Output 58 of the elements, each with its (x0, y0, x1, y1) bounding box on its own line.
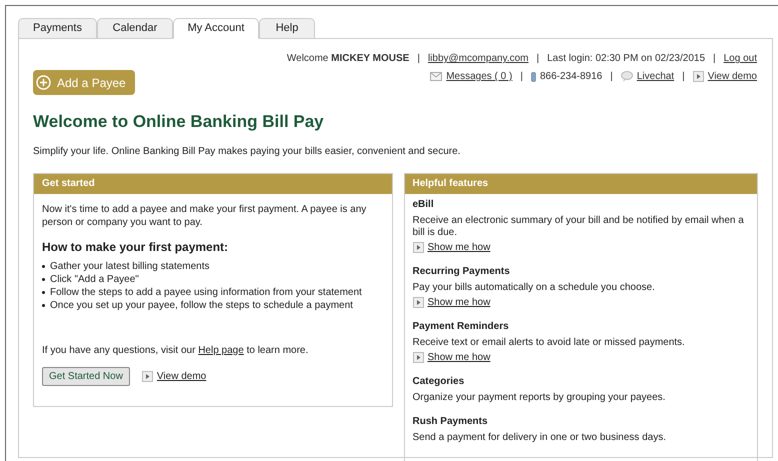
feature-title: Payment Reminders (412, 320, 510, 332)
feature-description: Send a payment for delivery in one or two business days. (412, 432, 667, 444)
play-icon (412, 297, 424, 308)
plus-icon (36, 75, 51, 90)
messages-link[interactable]: Messages ( 0 ) (446, 69, 512, 84)
help-page-link[interactable]: Help page (198, 344, 244, 356)
play-icon (692, 71, 704, 82)
separator: | (610, 70, 613, 84)
play-icon (412, 242, 424, 253)
view-demo-link[interactable]: View demo (708, 69, 757, 84)
panel-header: Get started (34, 174, 392, 194)
bullet-icon (42, 264, 45, 268)
feature-description: Pay your bills automatically on a schedule you choose. (412, 282, 656, 294)
phone-icon (530, 72, 536, 82)
feature-title: Recurring Payments (412, 266, 511, 278)
play-icon (142, 370, 153, 382)
separator: | (536, 52, 540, 66)
separator: | (682, 70, 685, 84)
feature-description: Organize your payment reports by grouping your payees. (412, 392, 666, 404)
play-icon (412, 352, 424, 363)
help-sentence: If you have any questions, visit our Help page to learn more. (42, 344, 310, 356)
feature-title: Rush Payments (412, 416, 489, 428)
tab[interactable]: Payments (18, 18, 97, 39)
page-title: Welcome to Online Banking Bill Pay (33, 111, 325, 133)
user-info-text: Last login: 02:30 PM on 02/23/2015 (547, 52, 706, 66)
feature-description: Receive an electronic summary of your bill and be notified by email when a bill is due. (412, 214, 745, 238)
show-me-how-link[interactable]: Show me how (428, 352, 490, 364)
bullet-icon (42, 304, 45, 306)
separator: | (713, 52, 716, 66)
phone-number: 866-234-8916 (540, 70, 602, 84)
chat-bubble-icon (620, 71, 633, 82)
separator: | (520, 70, 523, 84)
envelope-icon (430, 72, 442, 81)
step-text: Once you set up your payee, follow the steps to schedule a payment (50, 298, 353, 312)
step-text: Follow the steps to add a payee using information from your statement (50, 286, 362, 298)
section-heading: How to make your first payment: (42, 240, 230, 254)
livechat-link[interactable]: Livechat (636, 69, 674, 84)
feature-description: Receive text or email alerts to avoid late or missed payments. (412, 336, 686, 348)
bullet-icon (42, 290, 45, 294)
panel-header: Helpful features (404, 174, 757, 194)
tab[interactable]: Help (259, 18, 315, 39)
show-me-how-link[interactable]: Show me how (428, 242, 490, 254)
intro-text: Now it's time to add a payee and make your first payment. A payee is any person or company you want to pay. (42, 202, 368, 228)
bullet-icon (42, 278, 45, 280)
show-me-how-link[interactable]: Show me how (428, 296, 490, 308)
get-started-button[interactable]: Get Started Now (42, 366, 130, 386)
view-demo-link[interactable]: View demo (156, 370, 206, 382)
step-text: Gather your latest billing statements (50, 260, 210, 272)
header-link[interactable]: libby@mcompany.com (428, 51, 528, 66)
tab[interactable]: Calendar (97, 18, 173, 39)
header-link[interactable]: Log out (724, 51, 757, 66)
separator: | (417, 52, 420, 66)
step-text: Click "Add a Payee" (50, 272, 139, 286)
page-subtitle: Simplify your life. Online Banking Bill Pay makes paying your bills easier, convenient and secure. (33, 144, 462, 158)
feature-title: Categories (412, 376, 466, 388)
tab[interactable]: My Account (173, 18, 259, 39)
feature-title: eBill (412, 198, 435, 210)
user-info-text: Welcome MICKEY MOUSE (286, 52, 410, 66)
